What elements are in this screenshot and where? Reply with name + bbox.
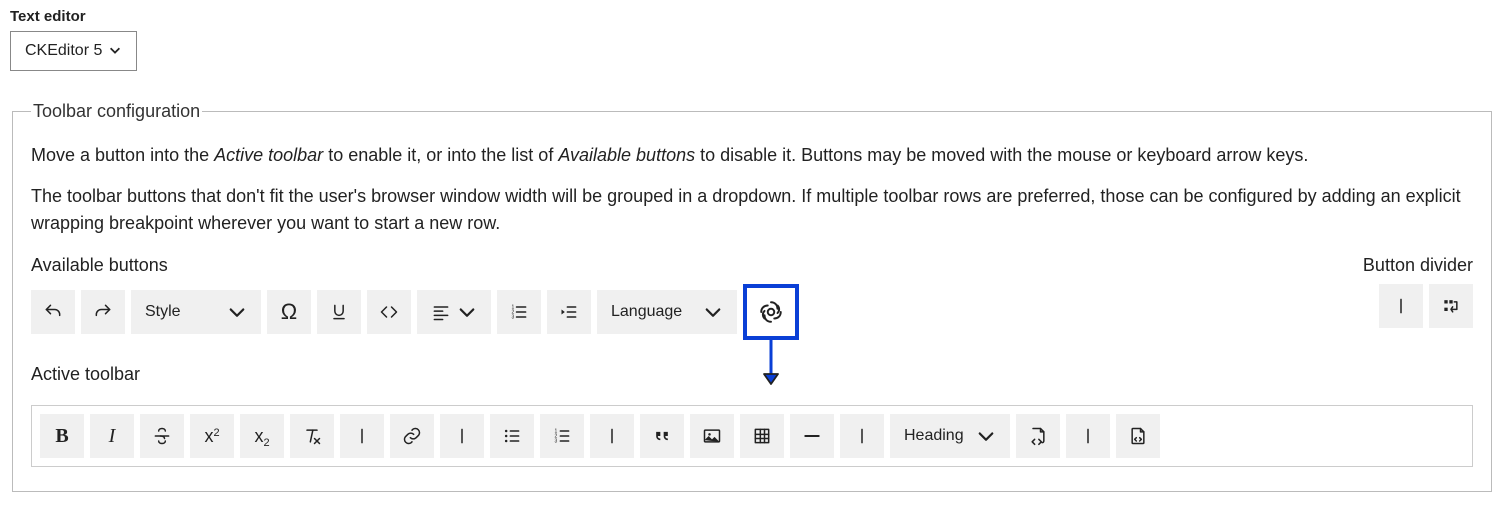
table-button[interactable]	[740, 414, 784, 458]
wrapping-breakpoint-button[interactable]	[1429, 284, 1473, 328]
numbered-list-button-2[interactable]: 123	[540, 414, 584, 458]
bulleted-list-button[interactable]	[490, 414, 534, 458]
text-editor-select[interactable]: CKEditor 5	[10, 31, 137, 71]
alignment-icon	[431, 302, 451, 322]
superscript-button[interactable]: x2	[190, 414, 234, 458]
link-icon	[402, 426, 422, 446]
wrapping-breakpoint-icon	[1441, 296, 1461, 316]
ai-assistant-button[interactable]	[743, 284, 799, 340]
separator-icon	[1078, 426, 1098, 446]
redo-icon	[93, 302, 113, 322]
remove-format-button[interactable]	[290, 414, 334, 458]
style-label: Style	[145, 303, 181, 321]
horizontal-line-icon	[802, 426, 822, 446]
separator-1[interactable]	[340, 414, 384, 458]
special-characters-icon: Ω	[281, 299, 297, 325]
underline-icon	[329, 302, 349, 322]
separator-3[interactable]	[590, 414, 634, 458]
active-toolbar-container: B I x2 x2 123	[31, 405, 1473, 467]
heading-label: Heading	[904, 427, 964, 445]
help-text-2: The toolbar buttons that don't fit the u…	[31, 183, 1473, 237]
code-button[interactable]	[367, 290, 411, 334]
chevron-down-icon	[976, 426, 996, 446]
italic-button[interactable]: I	[90, 414, 134, 458]
bulleted-list-icon	[502, 426, 522, 446]
remove-format-icon	[302, 426, 322, 446]
heading-dropdown[interactable]: Heading	[890, 414, 1010, 458]
separator-icon	[1391, 296, 1411, 316]
table-icon	[752, 426, 772, 446]
image-icon	[702, 426, 722, 446]
toolbar-configuration-fieldset: Toolbar configuration Move a button into…	[12, 101, 1492, 492]
numbered-list-icon: 123	[552, 426, 572, 446]
undo-button[interactable]	[31, 290, 75, 334]
language-label: Language	[611, 303, 682, 321]
help-text-1: Move a button into the Active toolbar to…	[31, 142, 1473, 169]
button-divider-label: Button divider	[1363, 255, 1473, 276]
svg-text:3: 3	[555, 439, 558, 445]
chevron-down-icon	[703, 302, 723, 322]
strikethrough-icon	[152, 426, 172, 446]
separator-icon	[452, 426, 472, 446]
code-block-icon	[1028, 426, 1048, 446]
separator-button[interactable]	[1379, 284, 1423, 328]
source-button[interactable]	[1116, 414, 1160, 458]
bold-button[interactable]: B	[40, 414, 84, 458]
arrow-down-indicator	[759, 336, 783, 386]
source-icon	[1128, 426, 1148, 446]
image-button[interactable]	[690, 414, 734, 458]
numbered-list-button[interactable]: 123	[497, 290, 541, 334]
alignment-dropdown[interactable]	[417, 290, 491, 334]
fieldset-legend: Toolbar configuration	[31, 101, 202, 122]
svg-text:3: 3	[512, 315, 515, 321]
bold-icon: B	[55, 425, 68, 448]
chevron-down-icon	[108, 43, 122, 60]
field-label: Text editor	[10, 8, 1494, 25]
separator-icon	[352, 426, 372, 446]
separator-5[interactable]	[1066, 414, 1110, 458]
blockquote-button[interactable]	[640, 414, 684, 458]
numbered-list-icon: 123	[509, 302, 529, 322]
active-toolbar-label: Active toolbar	[31, 364, 1473, 385]
language-dropdown[interactable]: Language	[597, 290, 737, 334]
separator-icon	[602, 426, 622, 446]
superscript-icon: x2	[204, 426, 219, 447]
underline-button[interactable]	[317, 290, 361, 334]
code-block-button[interactable]	[1016, 414, 1060, 458]
separator-icon	[852, 426, 872, 446]
subscript-button[interactable]: x2	[240, 414, 284, 458]
link-button[interactable]	[390, 414, 434, 458]
redo-button[interactable]	[81, 290, 125, 334]
blockquote-icon	[652, 426, 672, 446]
strikethrough-button[interactable]	[140, 414, 184, 458]
separator-2[interactable]	[440, 414, 484, 458]
style-dropdown[interactable]: Style	[131, 290, 261, 334]
indent-icon	[559, 302, 579, 322]
available-buttons-row: Style Ω 123	[31, 284, 799, 340]
italic-icon: I	[109, 425, 116, 448]
ai-assistant-icon	[758, 299, 784, 325]
chevron-down-icon	[457, 302, 477, 322]
available-buttons-group: Available buttons Style Ω	[31, 255, 799, 340]
special-characters-button[interactable]: Ω	[267, 290, 311, 334]
horizontal-line-button[interactable]	[790, 414, 834, 458]
chevron-down-icon	[227, 302, 247, 322]
separator-4[interactable]	[840, 414, 884, 458]
code-icon	[379, 302, 399, 322]
indent-button[interactable]	[547, 290, 591, 334]
undo-icon	[43, 302, 63, 322]
subscript-icon: x2	[254, 426, 269, 447]
button-divider-group: Button divider	[1363, 255, 1473, 328]
text-editor-select-value: CKEditor 5	[25, 42, 102, 60]
available-buttons-label: Available buttons	[31, 255, 799, 276]
